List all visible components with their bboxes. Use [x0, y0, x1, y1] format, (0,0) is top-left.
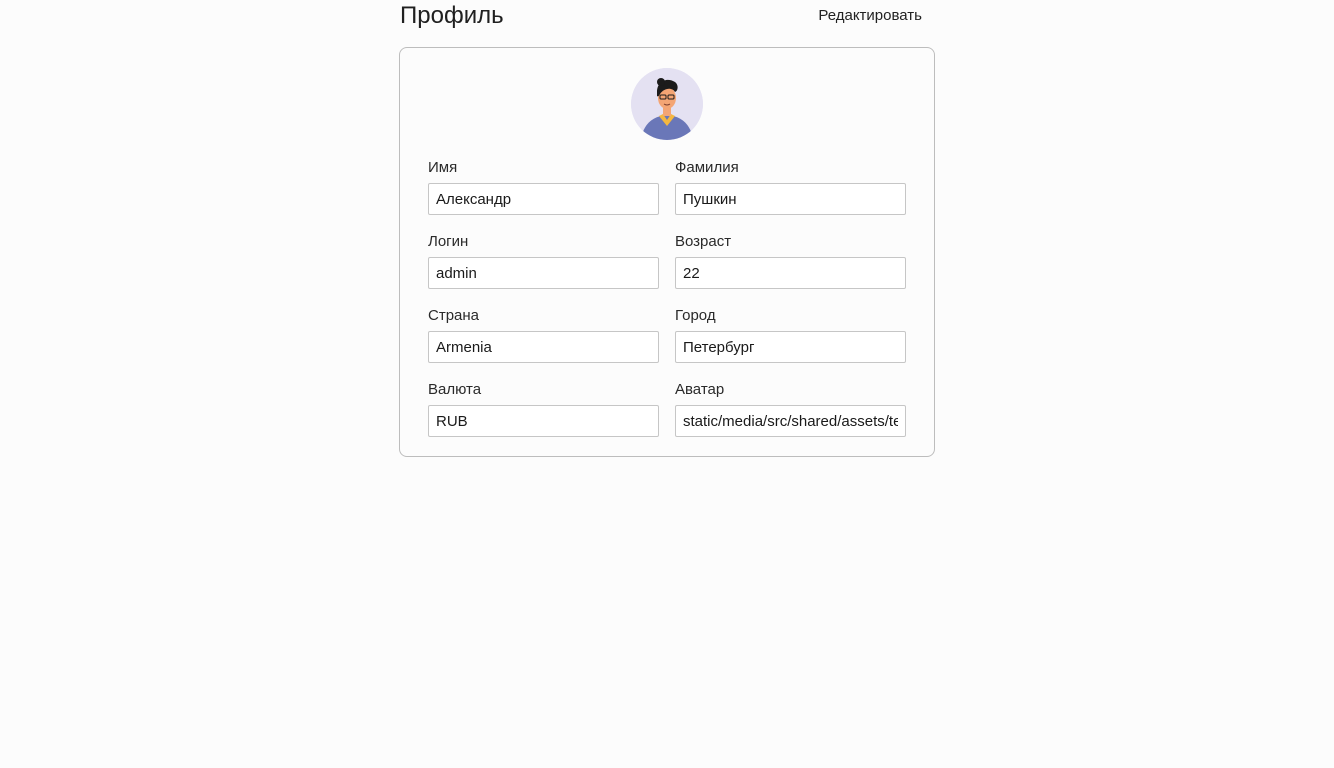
first-name-label: Имя	[428, 159, 458, 176]
age-field-group: Возраст	[675, 233, 906, 289]
last-name-field-group: Фамилия	[675, 159, 906, 215]
profile-card: Имя Фамилия Логин Возраст Страна Город В…	[399, 47, 935, 457]
country-label: Страна	[428, 307, 480, 324]
age-input[interactable]	[675, 257, 906, 289]
avatar-url-input[interactable]	[675, 405, 906, 437]
currency-field-group: Валюта	[428, 381, 659, 437]
age-label: Возраст	[675, 233, 732, 250]
city-input[interactable]	[675, 331, 906, 363]
avatar-url-label: Аватар	[675, 381, 725, 398]
user-avatar-icon	[631, 68, 703, 140]
last-name-label: Фамилия	[675, 159, 739, 176]
country-field-group: Страна	[428, 307, 659, 363]
country-select[interactable]	[428, 331, 659, 363]
login-field-group: Логин	[428, 233, 659, 289]
city-field-group: Город	[675, 307, 906, 363]
login-label: Логин	[428, 233, 469, 250]
first-name-field-group: Имя	[428, 159, 659, 215]
first-name-input[interactable]	[428, 183, 659, 215]
page-title: Профиль	[400, 2, 504, 29]
city-label: Город	[675, 307, 716, 324]
last-name-input[interactable]	[675, 183, 906, 215]
avatar	[631, 68, 703, 140]
avatar-url-field-group: Аватар	[675, 381, 906, 437]
edit-button[interactable]: Редактировать	[818, 6, 922, 26]
login-input[interactable]	[428, 257, 659, 289]
profile-page: Профиль Редактировать Имя Александр Фами…	[0, 0, 1334, 768]
currency-label: Валюта	[428, 381, 482, 398]
profile-header: Профиль Редактировать	[400, 0, 934, 34]
currency-select[interactable]	[428, 405, 659, 437]
